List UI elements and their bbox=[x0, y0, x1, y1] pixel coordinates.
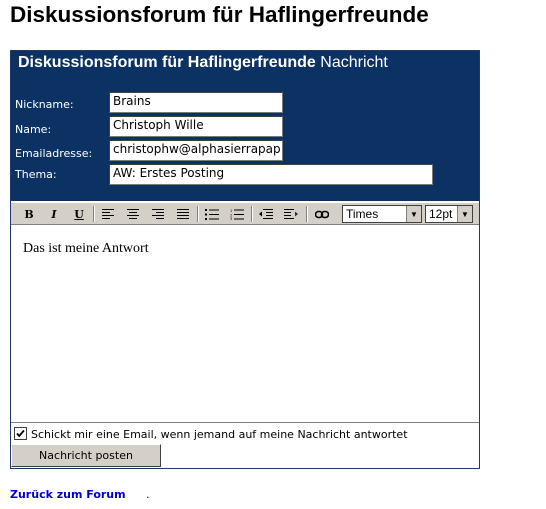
email-input[interactable]: christophw@alphasierrapap bbox=[109, 140, 283, 161]
align-right-icon[interactable] bbox=[148, 205, 168, 223]
link-icon[interactable] bbox=[312, 205, 332, 223]
outdent-icon[interactable] bbox=[256, 205, 276, 223]
font-family-value: Times bbox=[346, 207, 379, 221]
font-size-value: 12pt bbox=[429, 207, 453, 221]
check-icon bbox=[16, 429, 25, 438]
font-family-select[interactable]: Times ▼ bbox=[342, 205, 422, 223]
align-left-icon[interactable] bbox=[98, 205, 118, 223]
message-text: Das ist meine Antwort bbox=[23, 241, 149, 256]
italic-button[interactable]: I bbox=[44, 205, 64, 223]
form-header: Diskussionsforum für Haflingerfreunde Na… bbox=[11, 51, 479, 201]
form-header-subtitle: Nachricht bbox=[320, 54, 388, 71]
name-input[interactable]: Christoph Wille bbox=[109, 116, 283, 137]
svg-text:1: 1 bbox=[230, 209, 232, 213]
email-label: Emailadresse: bbox=[15, 147, 93, 160]
svg-text:3: 3 bbox=[230, 217, 232, 220]
editor-toolbar: B I U 123 Times ▼ 12pt ▼ bbox=[11, 203, 479, 225]
form-header-title: Diskussionsforum für Haflingerfreunde Na… bbox=[18, 54, 388, 72]
toolbar-separator bbox=[93, 206, 95, 222]
page-title: Diskussionsforum für Haflingerfreunde bbox=[10, 2, 429, 27]
post-form: Diskussionsforum für Haflingerfreunde Na… bbox=[10, 50, 480, 469]
align-justify-icon[interactable] bbox=[173, 205, 193, 223]
nickname-label: Nickname: bbox=[15, 98, 74, 111]
name-label: Name: bbox=[15, 123, 52, 136]
numbered-list-icon[interactable]: 123 bbox=[227, 205, 247, 223]
subject-label: Thema: bbox=[15, 168, 57, 181]
submit-button[interactable]: Nachricht posten bbox=[11, 444, 161, 467]
notify-checkbox-label: Schickt mir eine Email, wenn jemand auf … bbox=[31, 428, 408, 441]
chevron-down-icon[interactable]: ▼ bbox=[406, 206, 421, 222]
chevron-down-icon[interactable]: ▼ bbox=[457, 206, 472, 222]
toolbar-separator bbox=[306, 206, 308, 222]
indent-icon[interactable] bbox=[281, 205, 301, 223]
toolbar-separator bbox=[197, 206, 199, 222]
message-editor[interactable]: Das ist meine Antwort bbox=[11, 225, 479, 423]
forum-name: Diskussionsforum für Haflingerfreunde bbox=[18, 54, 316, 71]
nickname-input[interactable]: Brains bbox=[109, 92, 283, 113]
back-to-forum-link[interactable]: Zurück zum Forum bbox=[10, 488, 126, 501]
underline-button[interactable]: U bbox=[69, 205, 89, 223]
bold-button[interactable]: B bbox=[19, 205, 39, 223]
toolbar-separator bbox=[251, 206, 253, 222]
font-size-select[interactable]: 12pt ▼ bbox=[425, 205, 473, 223]
align-center-icon[interactable] bbox=[123, 205, 143, 223]
back-link-period: . bbox=[146, 488, 150, 501]
notify-checkbox[interactable] bbox=[14, 427, 27, 440]
bulleted-list-icon[interactable] bbox=[202, 205, 222, 223]
subject-input[interactable]: AW: Erstes Posting bbox=[109, 164, 433, 185]
